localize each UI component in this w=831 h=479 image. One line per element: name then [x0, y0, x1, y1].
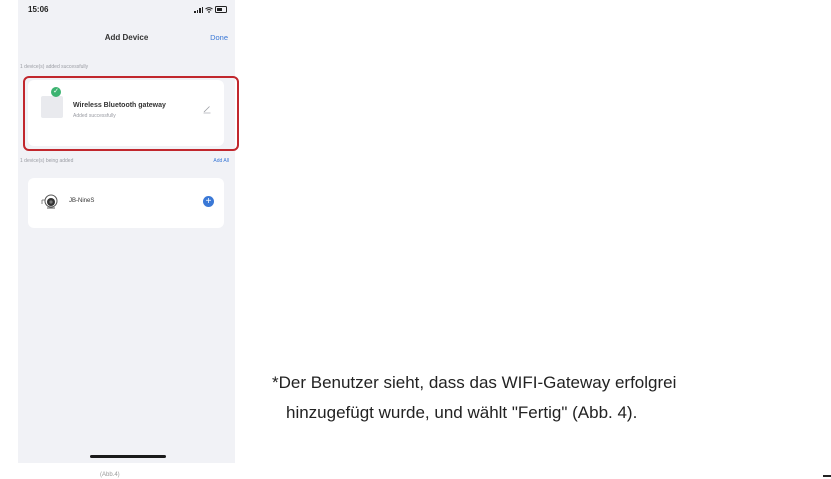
adding-section-label: 1 device(s) being added — [20, 158, 74, 164]
figure-caption: (Abb.4) — [100, 472, 120, 478]
home-indicator — [90, 455, 166, 458]
instruction-line-1: *Der Benutzer sieht, dass das WIFI-Gatew… — [272, 373, 677, 392]
device-name: JB-NineS — [69, 198, 95, 204]
instruction-line-2: hinzugefügt wurde, und wählt "Fertig" (A… — [286, 402, 638, 422]
nav-bar: Add Device Done — [18, 30, 235, 50]
status-time: 15:06 — [28, 5, 49, 14]
page-title: Add Device — [104, 33, 149, 42]
add-device-button[interactable]: + — [203, 196, 214, 207]
pending-device-card[interactable]: JB-NineS + — [28, 178, 224, 228]
wifi-icon — [205, 6, 213, 13]
camera-icon — [41, 194, 58, 209]
battery-icon — [215, 6, 227, 13]
done-button[interactable]: Done — [210, 33, 228, 42]
added-section-label: 1 device(s) added successfully — [20, 64, 89, 70]
page-mark — [823, 475, 831, 477]
status-bar: 15:06 — [18, 0, 235, 22]
highlight-box — [23, 76, 239, 151]
status-icons — [194, 6, 227, 13]
add-all-button[interactable]: Add All — [213, 158, 229, 164]
phone-screenshot: 15:06 Add Device Done 1 device(s) added … — [18, 0, 235, 463]
signal-icon — [194, 6, 203, 13]
instruction-text: *Der Benutzer sieht, dass das WIFI-Gatew… — [272, 368, 831, 428]
